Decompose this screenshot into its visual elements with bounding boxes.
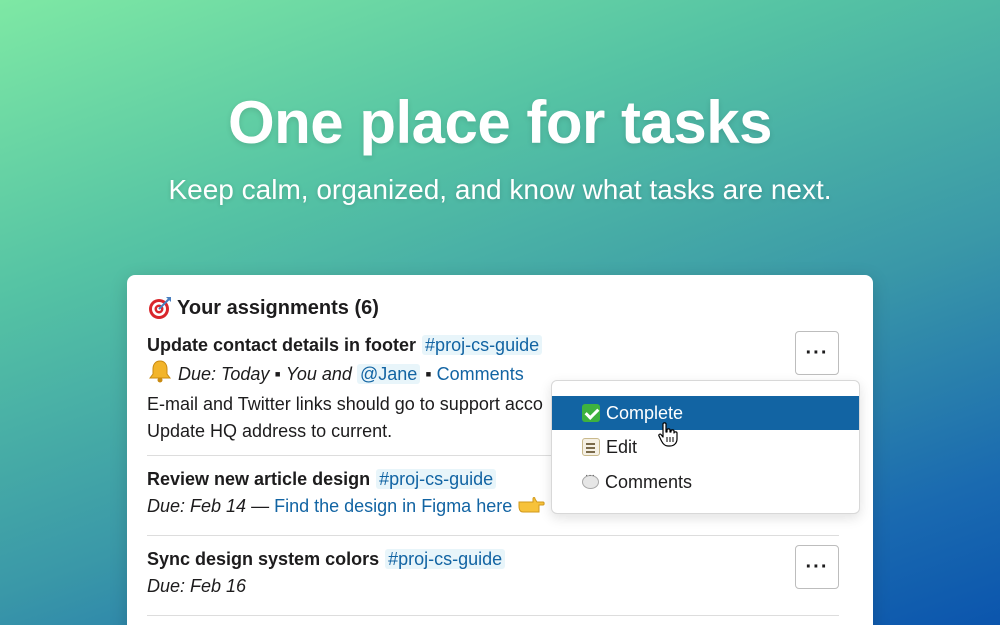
assignees: You and bbox=[285, 364, 352, 384]
more-actions-button[interactable]: ··· bbox=[795, 331, 839, 375]
card-header: Your assignments (6) bbox=[147, 295, 379, 321]
menu-item-edit[interactable]: Edit bbox=[552, 430, 859, 464]
memo-icon bbox=[582, 438, 600, 456]
due-date: Due: Feb 14 bbox=[147, 496, 247, 516]
channel-link[interactable]: #proj-cs-guide bbox=[385, 549, 506, 569]
hero-title: One place for tasks bbox=[227, 89, 773, 156]
separator: — bbox=[251, 496, 270, 516]
menu-item-complete[interactable]: Complete bbox=[552, 396, 859, 430]
divider bbox=[147, 535, 839, 536]
channel-link[interactable]: #proj-cs-guide bbox=[422, 335, 543, 355]
menu-item-label: Complete bbox=[606, 402, 684, 423]
task-title: Review new article design bbox=[147, 469, 371, 489]
hero-subtitle: Keep calm, organized, and know what task… bbox=[168, 174, 832, 205]
separator: ▪ bbox=[425, 364, 432, 384]
separator: ▪ bbox=[274, 364, 281, 384]
channel-link[interactable]: #proj-cs-guide bbox=[376, 469, 497, 489]
task-title: Sync design system colors bbox=[147, 549, 380, 569]
more-actions-button[interactable]: ··· bbox=[795, 545, 839, 589]
bell-icon bbox=[147, 359, 173, 391]
pointing-hand-icon bbox=[517, 493, 545, 523]
menu-item-label: Comments bbox=[605, 471, 693, 492]
hand-cursor-icon bbox=[657, 422, 679, 448]
due-date: Due: Today bbox=[178, 364, 270, 384]
user-mention[interactable]: @Jane bbox=[356, 364, 421, 384]
figma-link[interactable]: Find the design in Figma here bbox=[274, 496, 512, 516]
comments-link[interactable]: Comments bbox=[437, 364, 524, 384]
due-date: Due: Feb 16 bbox=[147, 576, 247, 596]
menu-item-comments[interactable]: Comments bbox=[552, 465, 859, 499]
check-mark-icon bbox=[582, 404, 600, 422]
task-actions-menu: Complete Edit Comments bbox=[551, 380, 860, 514]
speech-bubble-icon bbox=[582, 470, 599, 489]
menu-item-label: Edit bbox=[606, 436, 638, 457]
divider bbox=[147, 615, 839, 616]
card-title: Your assignments (6) bbox=[177, 296, 379, 319]
target-icon bbox=[147, 295, 173, 321]
task-title: Update contact details in footer bbox=[147, 335, 417, 355]
task-item: Sync design system colors #proj-cs-guide … bbox=[147, 546, 839, 600]
